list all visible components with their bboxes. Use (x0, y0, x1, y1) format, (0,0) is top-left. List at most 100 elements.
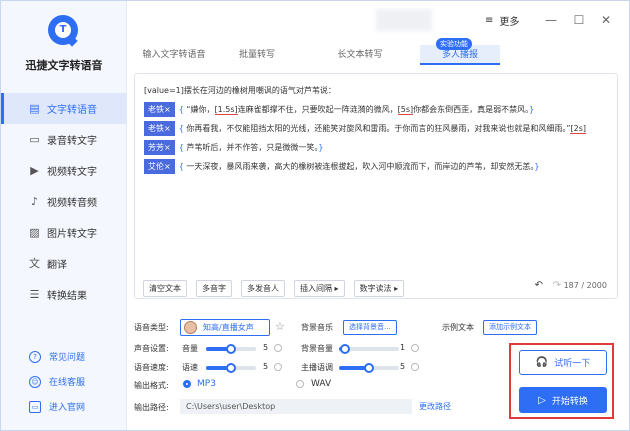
host-tone-slider-knob[interactable] (364, 363, 374, 373)
clear-text-button[interactable]: 清空文本 (143, 279, 187, 297)
star-icon[interactable]: ☆ (275, 320, 285, 333)
bg-volume-radio[interactable] (411, 344, 419, 352)
sidebar-item-translate[interactable]: 文 翻译 (1, 248, 127, 279)
maximize-button[interactable]: ☐ (572, 13, 586, 27)
pause-marker[interactable]: [5s] (397, 105, 414, 115)
sidebar-item-label: 图片转文字 (47, 229, 97, 240)
sidebar-item-text-to-speech[interactable]: ▤ 文字转语音 (1, 93, 127, 124)
editor-content[interactable]: [value=1]摆长在河边的橡树用嘲讽的语气对芦苇说： 老铁×{ “嫌你，[1… (144, 84, 612, 178)
list-icon: ☰ (29, 288, 40, 301)
website-link[interactable]: ▭ 进入官网 (1, 400, 127, 413)
menu-icon: ≡ (485, 15, 494, 26)
char-counter: 187 / 2000 (563, 281, 607, 290)
sidebar: T 迅捷文字转语音 ▤ 文字转语音 ▭ 录音转文字 ▶ 视频转文字 ♪ 视频转音… (1, 1, 127, 430)
sound-settings-label: 声音设置: (134, 344, 169, 353)
change-path-link[interactable]: 更改路径 (419, 401, 451, 412)
speed-sub-label: 语速 (182, 363, 198, 372)
dialogue-text: 一天深夜，暴风雨来袭，高大的橡树被连根拔起，吹入河中顺流而下，而岸边的芦苇，却安… (186, 162, 535, 171)
editor-toolbar: 清空文本 多音字 多发音人 插入间隔 ▸ 数字读法 ▸ ↶ ↷ 187 / 20… (143, 279, 613, 297)
sidebar-item-video-to-audio[interactable]: ♪ 视频转音频 (1, 186, 127, 217)
dialogue-text: “嫌你， (186, 105, 215, 114)
faq-label: 常见问题 (49, 353, 86, 363)
speed-slider-knob[interactable] (226, 363, 236, 373)
speed-value: 5 (263, 362, 269, 371)
host-tone-label: 主播语调 (301, 363, 333, 372)
dialogue-text: 芦苇听后，并不作答，只是微微一笑。 (186, 143, 319, 152)
experimental-badge: 实验功能 (436, 38, 472, 50)
multi-speaker-button[interactable]: 多发音人 (241, 279, 285, 297)
volume-radio[interactable] (274, 344, 282, 352)
more-menu-button[interactable]: ≡ 更多 (485, 13, 519, 28)
undo-icon[interactable]: ↶ (535, 280, 543, 291)
app-logo: T (48, 15, 78, 47)
sidebar-nav: ▤ 文字转语音 ▭ 录音转文字 ▶ 视频转文字 ♪ 视频转音频 ▨ 图片转文字 … (1, 93, 127, 310)
sidebar-item-label: 视频转文字 (47, 167, 97, 178)
faq-link[interactable]: ? 常见问题 (1, 350, 127, 363)
bg-volume-slider[interactable] (339, 344, 399, 354)
tab-long-text[interactable]: 长文本转写 (300, 45, 420, 65)
volume-slider[interactable] (206, 344, 256, 354)
volume-slider-knob[interactable] (226, 344, 236, 354)
blurred-region (376, 9, 432, 31)
host-tone-value: 5 (400, 362, 406, 371)
format-mp3-radio[interactable] (183, 380, 191, 388)
audio-icon: ♪ (30, 195, 39, 208)
online-service-link[interactable]: ☺ 在线客服 (1, 375, 127, 388)
dialogue-text: 你再看我，不仅能阻挡太阳的光线，还能笑对旋风和雷雨。于你而言的狂风暴雨，对我来说… (186, 124, 571, 133)
pause-marker[interactable]: [2s] (570, 124, 586, 134)
speed-slider[interactable] (206, 363, 256, 373)
website-label: 进入官网 (49, 403, 86, 413)
voice-selector[interactable]: 知高/直播女声 (180, 319, 270, 336)
polyphone-button[interactable]: 多音字 (196, 279, 232, 297)
output-path-label: 输出路径: (134, 403, 169, 412)
text-editor[interactable]: [value=1]摆长在河边的橡树用嘲讽的语气对芦苇说： 老铁×{ “嫌你，[1… (134, 73, 618, 299)
select-bgm-button[interactable]: 选择背景音... (343, 320, 397, 335)
tab-text-input[interactable]: 输入文字转语音 (134, 45, 214, 65)
number-reading-button[interactable]: 数字读法 ▸ (353, 279, 405, 297)
minimize-button[interactable]: — (544, 13, 558, 27)
sidebar-item-label: 转换结果 (47, 291, 87, 302)
voice-avatar (184, 321, 197, 334)
dialogue-text: 连麻雀都撑不住，只要吹起一阵涟漪的微风， (237, 105, 398, 114)
editor-intro: [value=1]摆长在河边的橡树用嘲讽的语气对芦苇说： (144, 86, 336, 95)
translate-icon: 文 (29, 257, 40, 270)
dialogue-line: 老铁×{ 你再看我，不仅能阻挡太阳的光线，还能笑对旋风和雷雨。于你而言的狂风暴雨… (144, 121, 612, 136)
voice-name: 知高/直播女声 (203, 323, 254, 332)
more-label: 更多 (499, 17, 520, 28)
sidebar-item-video-to-text[interactable]: ▶ 视频转文字 (1, 155, 127, 186)
monitor-icon: ▭ (29, 400, 41, 413)
add-example-button[interactable]: 添加示例文本 (483, 320, 537, 335)
start-convert-button[interactable]: ▷ 开始转换 (519, 387, 607, 413)
recorder-icon: ▭ (29, 133, 40, 146)
host-tone-radio[interactable] (411, 363, 419, 371)
dialogue-line: 芳芳×{ 芦苇听后，并不作答，只是微微一笑。} (144, 140, 612, 155)
host-tone-slider[interactable] (339, 363, 399, 373)
play-icon: ▷ (538, 394, 546, 406)
format-wav-radio[interactable] (296, 380, 304, 388)
close-button[interactable]: ✕ (599, 13, 613, 27)
redo-icon[interactable]: ↷ (553, 280, 561, 291)
voice-type-label: 语音类型: (134, 323, 169, 332)
output-format-label: 输出格式: (134, 381, 169, 390)
insert-pause-button[interactable]: 插入间隔 ▸ (294, 279, 345, 297)
speech-speed-label: 语音速度: (134, 363, 169, 372)
speaker-tag[interactable]: 老铁× (144, 121, 175, 136)
sidebar-item-label: 文字转语音 (47, 105, 97, 116)
bg-volume-slider-knob[interactable] (340, 344, 350, 354)
output-path-field[interactable]: C:\Users\user\Desktop (180, 399, 412, 414)
logo-letter: T (55, 22, 71, 38)
sidebar-item-image-to-text[interactable]: ▨ 图片转文字 (1, 217, 127, 248)
preview-button[interactable]: 🎧 试听一下 (519, 350, 607, 375)
format-mp3-label[interactable]: MP3 (197, 379, 216, 389)
tab-batch[interactable]: 批量转写 (214, 45, 300, 65)
speaker-tag[interactable]: 芳芳× (144, 140, 175, 155)
speaker-tag[interactable]: 艾伦× (144, 159, 175, 174)
sidebar-item-results[interactable]: ☰ 转换结果 (1, 279, 127, 310)
format-wav-label[interactable]: WAV (311, 379, 331, 389)
sidebar-item-recording-to-text[interactable]: ▭ 录音转文字 (1, 124, 127, 155)
sidebar-item-label: 视频转音频 (47, 198, 97, 209)
speed-radio[interactable] (274, 363, 282, 371)
speaker-tag[interactable]: 老铁× (144, 102, 175, 117)
pause-marker[interactable]: [1.5s] (214, 105, 238, 115)
app-name: 迅捷文字转语音 (25, 59, 103, 72)
